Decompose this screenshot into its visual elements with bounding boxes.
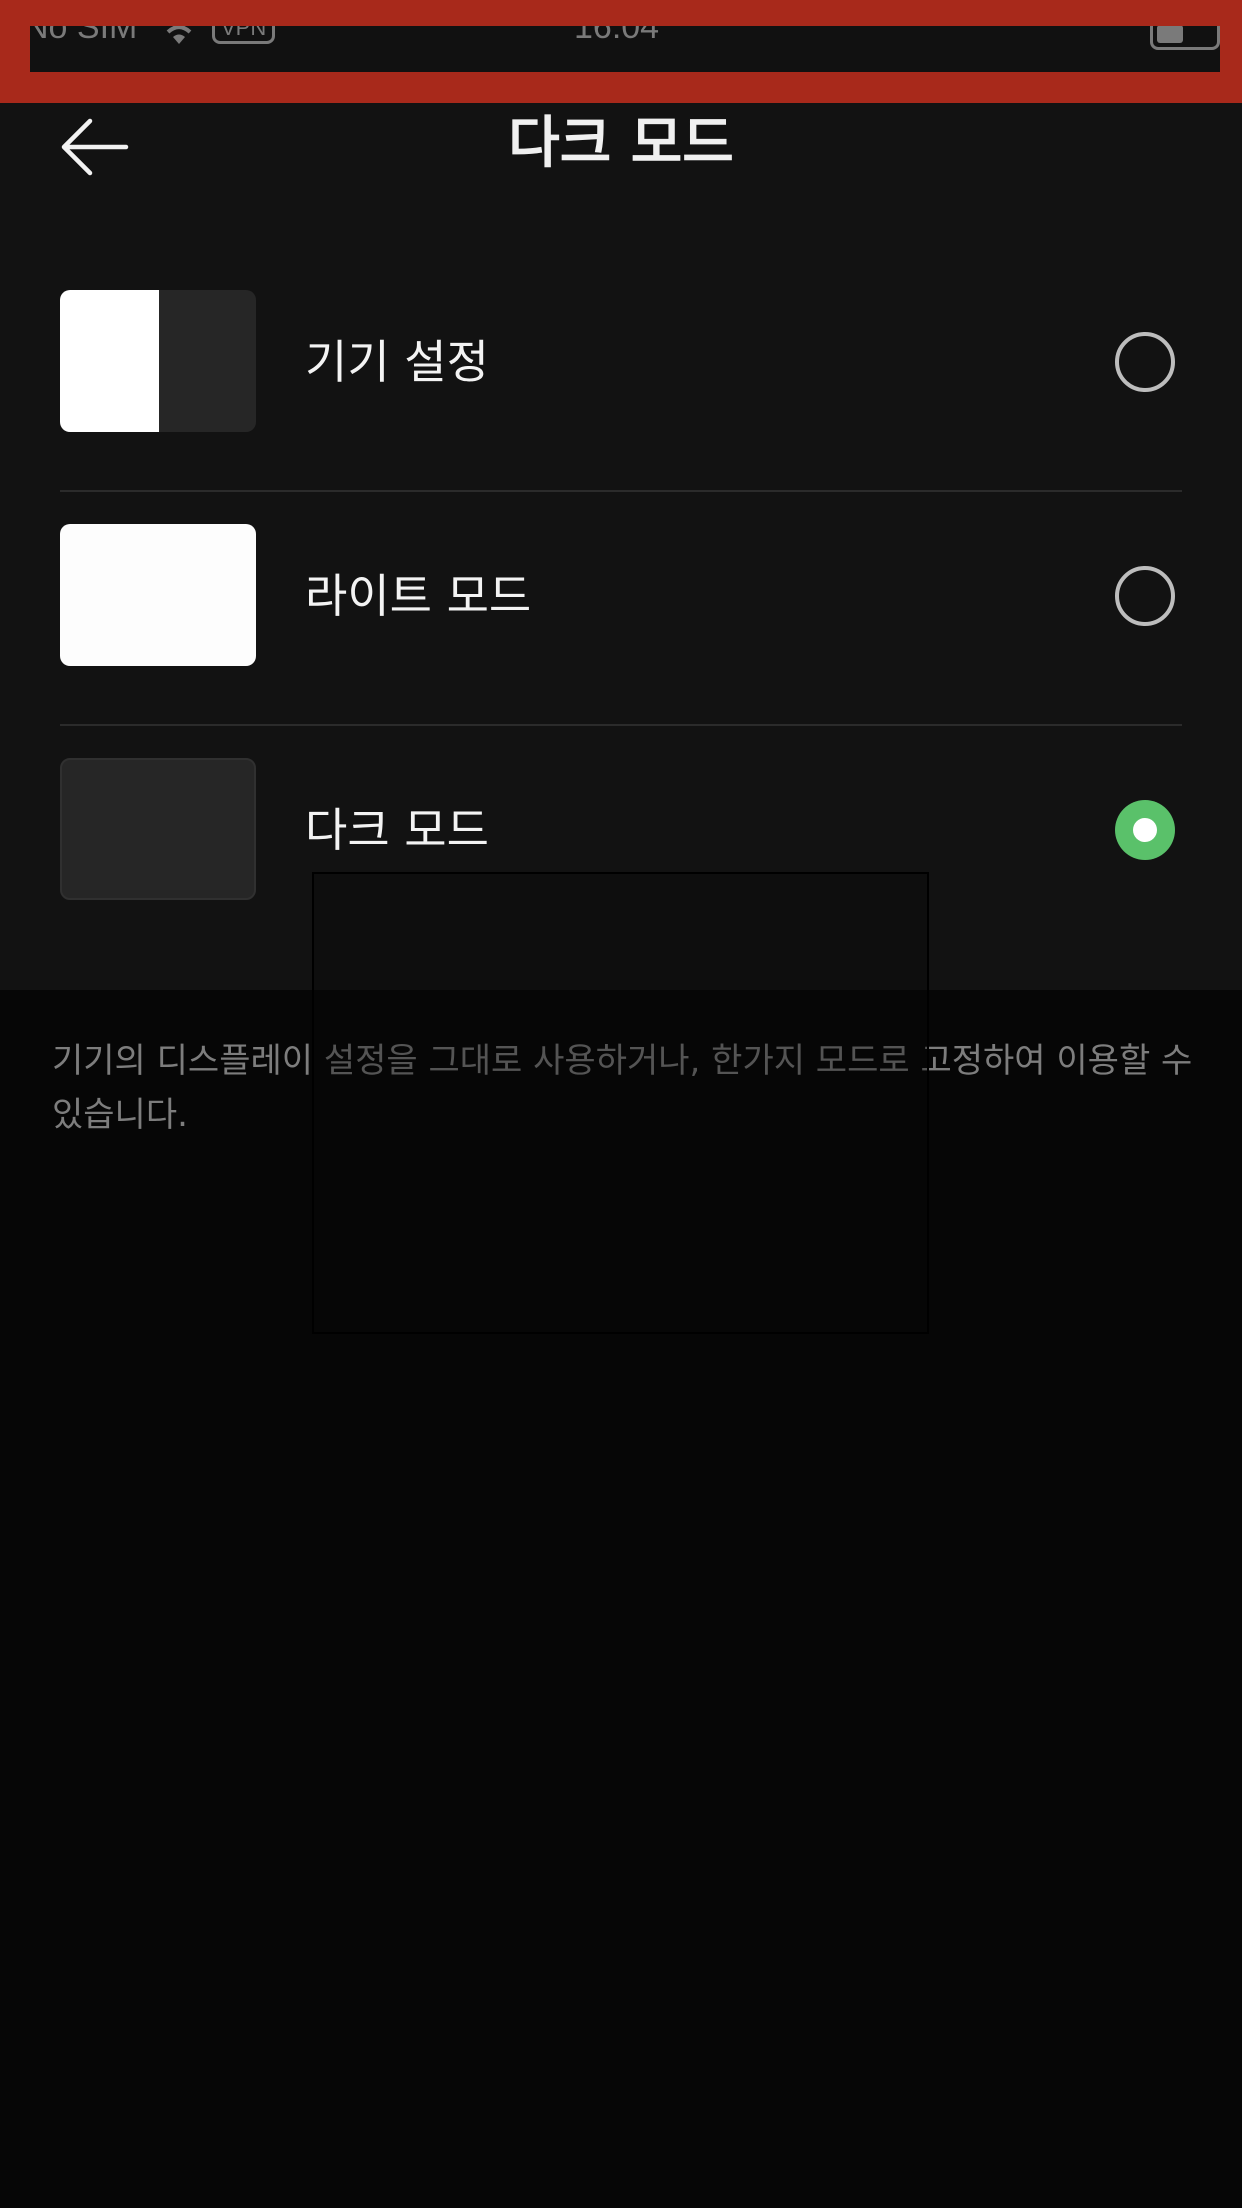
radio-button-off[interactable] (1115, 566, 1175, 626)
radio-button-selected[interactable] (1115, 800, 1175, 860)
focus-overlay-box (312, 872, 929, 1334)
thumbnail-dark-half (159, 290, 256, 432)
light-mode-thumbnail (60, 524, 256, 666)
option-light-mode[interactable]: 라이트 모드 (0, 524, 1242, 758)
device-setting-thumbnail (60, 290, 256, 432)
dark-mode-thumbnail (60, 758, 256, 900)
vpn-badge: VPN (212, 26, 276, 44)
radio-button-off[interactable] (1115, 332, 1175, 392)
divider (60, 490, 1182, 492)
status-bar: No SIM VPN 16:04 (0, 0, 1242, 103)
status-bar-content: No SIM VPN 16:04 (30, 26, 1220, 72)
page-title: 다크 모드 (508, 111, 734, 176)
clock: 16:04 (574, 26, 660, 46)
option-device-setting[interactable]: 기기 설정 (0, 290, 1242, 524)
option-label: 다크 모드 (305, 803, 489, 857)
back-arrow-icon[interactable] (60, 115, 130, 179)
carrier-label: No SIM (30, 26, 138, 46)
battery-icon (1150, 26, 1220, 50)
option-label: 기기 설정 (305, 335, 489, 389)
option-label: 라이트 모드 (305, 569, 532, 623)
thumbnail-light-half (60, 290, 159, 432)
settings-screen: 다크 모드 기기 설정 라이트 모드 다크 모드 (0, 103, 1242, 990)
divider (60, 724, 1182, 726)
wifi-icon (166, 26, 192, 44)
